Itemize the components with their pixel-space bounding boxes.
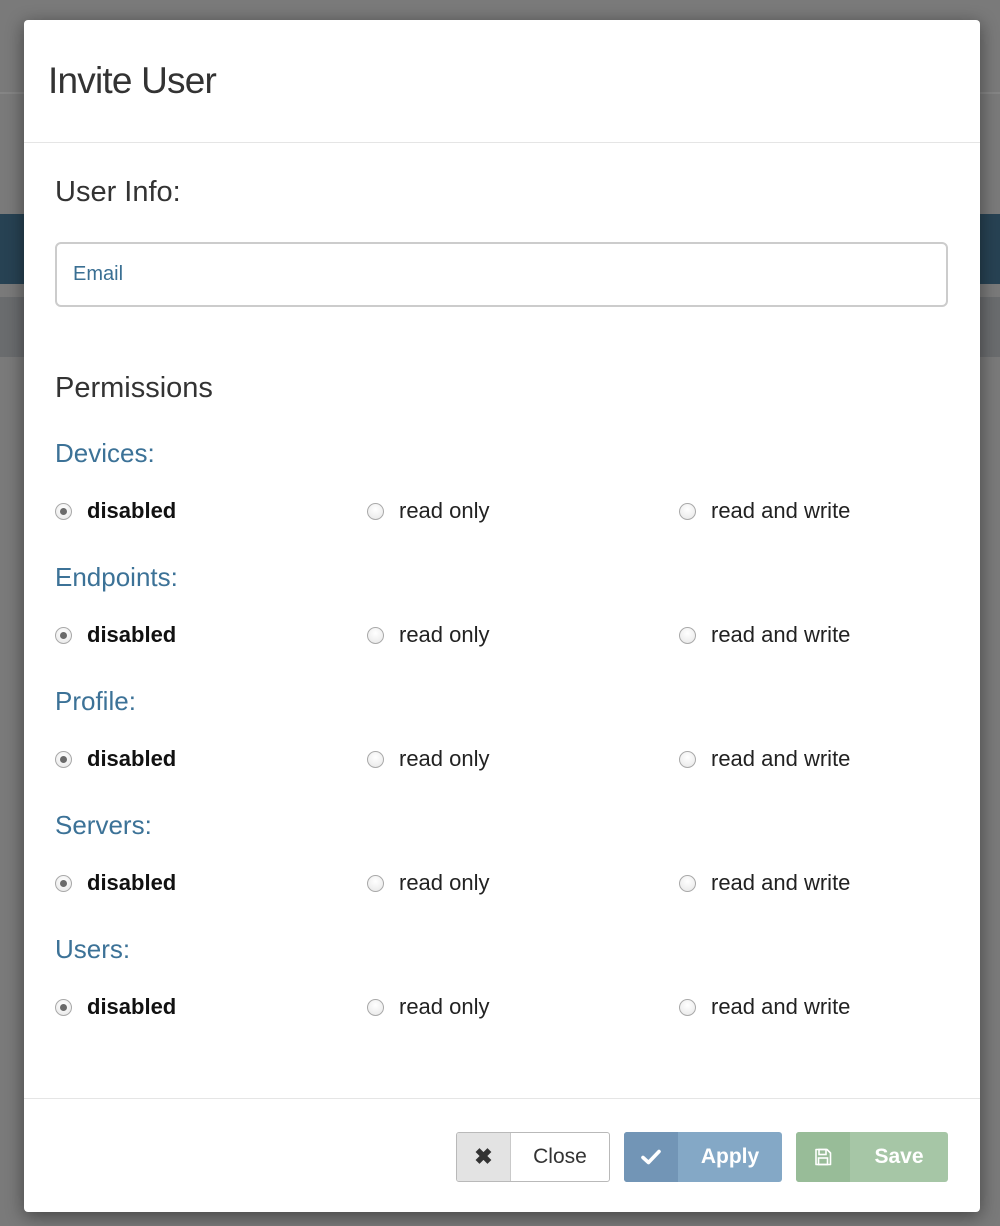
- endpoints-disabled-option[interactable]: disabled: [55, 620, 176, 650]
- apply-button[interactable]: Apply: [624, 1132, 782, 1182]
- close-button[interactable]: ✖ Close: [456, 1132, 610, 1182]
- servers-read-write-option[interactable]: read and write: [679, 868, 850, 898]
- radio-unselected-icon[interactable]: [367, 750, 384, 768]
- permission-label: Endpoints:: [55, 562, 178, 592]
- floppy-disk-icon: [796, 1132, 850, 1182]
- option-label: disabled: [87, 746, 177, 771]
- option-label: read and write: [711, 870, 851, 895]
- modal-footer: ✖ Close Apply Save: [24, 1098, 980, 1212]
- option-label: disabled: [87, 622, 177, 647]
- user-info-title: User Info:: [55, 176, 181, 208]
- permission-group-endpoints: Endpoints: disabled read only read and w…: [55, 562, 948, 662]
- radio-selected-icon[interactable]: [55, 626, 72, 644]
- profile-read-only-option[interactable]: read only: [367, 744, 490, 774]
- radio-unselected-icon[interactable]: [679, 874, 696, 892]
- permission-label: Profile:: [55, 686, 136, 716]
- permission-label: Devices:: [55, 438, 155, 468]
- radio-unselected-icon[interactable]: [679, 502, 696, 520]
- devices-read-write-option[interactable]: read and write: [679, 496, 850, 526]
- permission-label: Servers:: [55, 810, 152, 840]
- users-read-only-option[interactable]: read only: [367, 992, 490, 1022]
- radio-selected-icon[interactable]: [55, 502, 72, 520]
- radio-selected-icon[interactable]: [55, 750, 72, 768]
- permission-group-devices: Devices: disabled read only read and wri…: [55, 438, 948, 538]
- radio-unselected-icon[interactable]: [367, 998, 384, 1016]
- devices-read-only-option[interactable]: read only: [367, 496, 490, 526]
- permission-label: Users:: [55, 934, 131, 964]
- option-label: read only: [399, 498, 490, 523]
- option-label: read only: [399, 870, 490, 895]
- radio-selected-icon[interactable]: [55, 874, 72, 892]
- option-label: read and write: [711, 746, 851, 771]
- radio-unselected-icon[interactable]: [679, 750, 696, 768]
- profile-disabled-option[interactable]: disabled: [55, 744, 176, 774]
- permissions-title: Permissions: [55, 372, 213, 404]
- permission-group-servers: Servers: disabled read only read and wri…: [55, 810, 948, 910]
- apply-button-label: Apply: [700, 1145, 760, 1168]
- radio-unselected-icon[interactable]: [679, 626, 696, 644]
- modal-title: Invite User: [48, 60, 217, 101]
- option-label: disabled: [87, 498, 177, 523]
- radio-unselected-icon[interactable]: [367, 502, 384, 520]
- profile-read-write-option[interactable]: read and write: [679, 744, 850, 774]
- permission-group-profile: Profile: disabled read only read and wri…: [55, 686, 948, 786]
- radio-selected-icon[interactable]: [55, 998, 72, 1016]
- invite-user-modal: Invite User User Info: Permissions Devic…: [24, 20, 980, 1212]
- users-disabled-option[interactable]: disabled: [55, 992, 176, 1022]
- option-label: read and write: [711, 622, 851, 647]
- option-label: disabled: [87, 994, 177, 1019]
- option-label: read only: [399, 994, 490, 1019]
- option-label: read only: [399, 746, 490, 771]
- servers-read-only-option[interactable]: read only: [367, 868, 490, 898]
- endpoints-read-only-option[interactable]: read only: [367, 620, 490, 650]
- servers-disabled-option[interactable]: disabled: [55, 868, 176, 898]
- email-input[interactable]: [55, 242, 948, 307]
- check-icon: [624, 1132, 678, 1182]
- option-label: read and write: [711, 994, 851, 1019]
- permission-group-users: Users: disabled read only read and write: [55, 934, 948, 1034]
- close-icon: ✖: [457, 1133, 511, 1181]
- close-button-label: Close: [533, 1145, 587, 1168]
- save-button[interactable]: Save: [796, 1132, 948, 1182]
- endpoints-read-write-option[interactable]: read and write: [679, 620, 850, 650]
- radio-unselected-icon[interactable]: [367, 626, 384, 644]
- option-label: read only: [399, 622, 490, 647]
- radio-unselected-icon[interactable]: [679, 998, 696, 1016]
- radio-unselected-icon[interactable]: [367, 874, 384, 892]
- option-label: disabled: [87, 870, 177, 895]
- modal-header: Invite User: [24, 20, 980, 143]
- devices-disabled-option[interactable]: disabled: [55, 496, 176, 526]
- save-button-label: Save: [874, 1145, 924, 1168]
- users-read-write-option[interactable]: read and write: [679, 992, 850, 1022]
- option-label: read and write: [711, 498, 851, 523]
